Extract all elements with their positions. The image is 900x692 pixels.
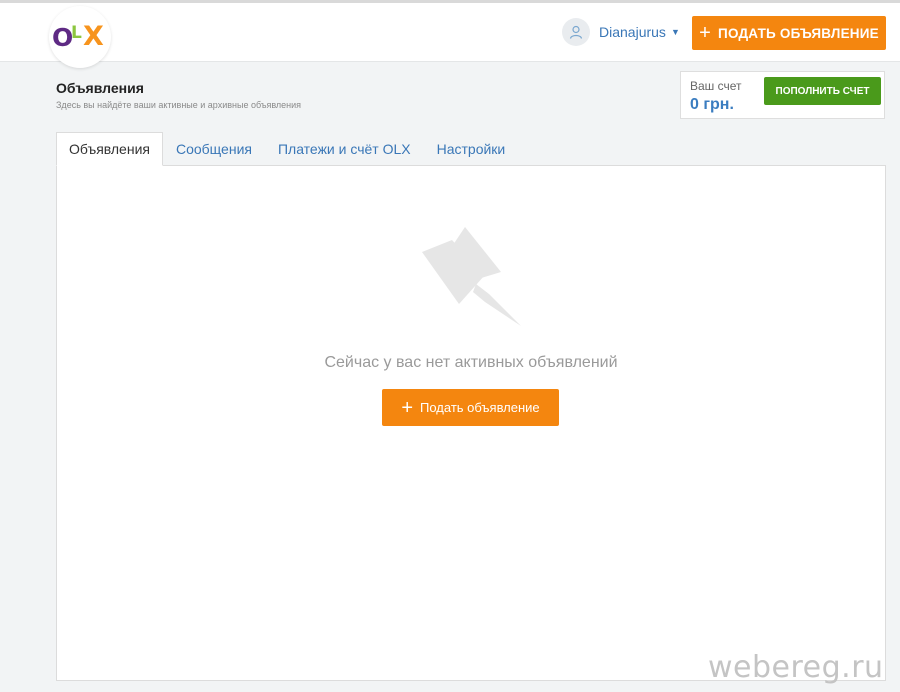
logo-letter-x: X bbox=[83, 21, 104, 52]
page-subtitle: Здесь вы найдёте ваши активные и архивны… bbox=[56, 100, 302, 110]
tab-payments[interactable]: Платежи и счёт OLX bbox=[265, 132, 424, 166]
user-menu[interactable]: Dianajurus ▼ bbox=[562, 17, 680, 47]
post-ad-button-label: ПОДАТЬ ОБЪЯВЛЕНИЕ bbox=[718, 25, 879, 41]
topup-account-button[interactable]: ПОПОЛНИТЬ СЧЕТ bbox=[764, 77, 881, 105]
tab-messages[interactable]: Сообщения bbox=[163, 132, 265, 166]
post-ad-main-button[interactable]: + Подать объявление bbox=[382, 389, 559, 426]
user-icon bbox=[562, 18, 590, 46]
watermark: webereg.ru bbox=[708, 650, 884, 685]
logo-letter-l: L bbox=[71, 23, 82, 43]
username[interactable]: Dianajurus bbox=[599, 24, 666, 40]
olx-logo[interactable]: O L X bbox=[49, 6, 111, 68]
tab-settings[interactable]: Настройки bbox=[424, 132, 519, 166]
plus-icon: + bbox=[401, 396, 413, 419]
empty-state-message: Сейчас у вас нет активных объявлений bbox=[324, 354, 618, 371]
account-label: Ваш счет bbox=[690, 79, 742, 93]
pin-icon bbox=[419, 222, 523, 328]
site-header: Dianajurus ▼ + ПОДАТЬ ОБЪЯВЛЕНИЕ bbox=[0, 3, 900, 62]
post-ad-main-button-label: Подать объявление bbox=[420, 400, 540, 415]
tabs-bar: Объявления Сообщения Платежи и счёт OLX … bbox=[56, 132, 518, 166]
account-balance-box: Ваш счет 0 грн. ПОПОЛНИТЬ СЧЕТ bbox=[680, 71, 885, 119]
ads-panel: Сейчас у вас нет активных объявлений + П… bbox=[56, 165, 886, 681]
account-balance: 0 грн. bbox=[690, 96, 734, 113]
plus-icon: + bbox=[699, 22, 712, 44]
chevron-down-icon[interactable]: ▼ bbox=[671, 27, 680, 37]
page-title: Объявления bbox=[56, 80, 144, 96]
post-ad-button[interactable]: + ПОДАТЬ ОБЪЯВЛЕНИЕ bbox=[692, 16, 886, 50]
tab-ads[interactable]: Объявления bbox=[56, 132, 163, 166]
